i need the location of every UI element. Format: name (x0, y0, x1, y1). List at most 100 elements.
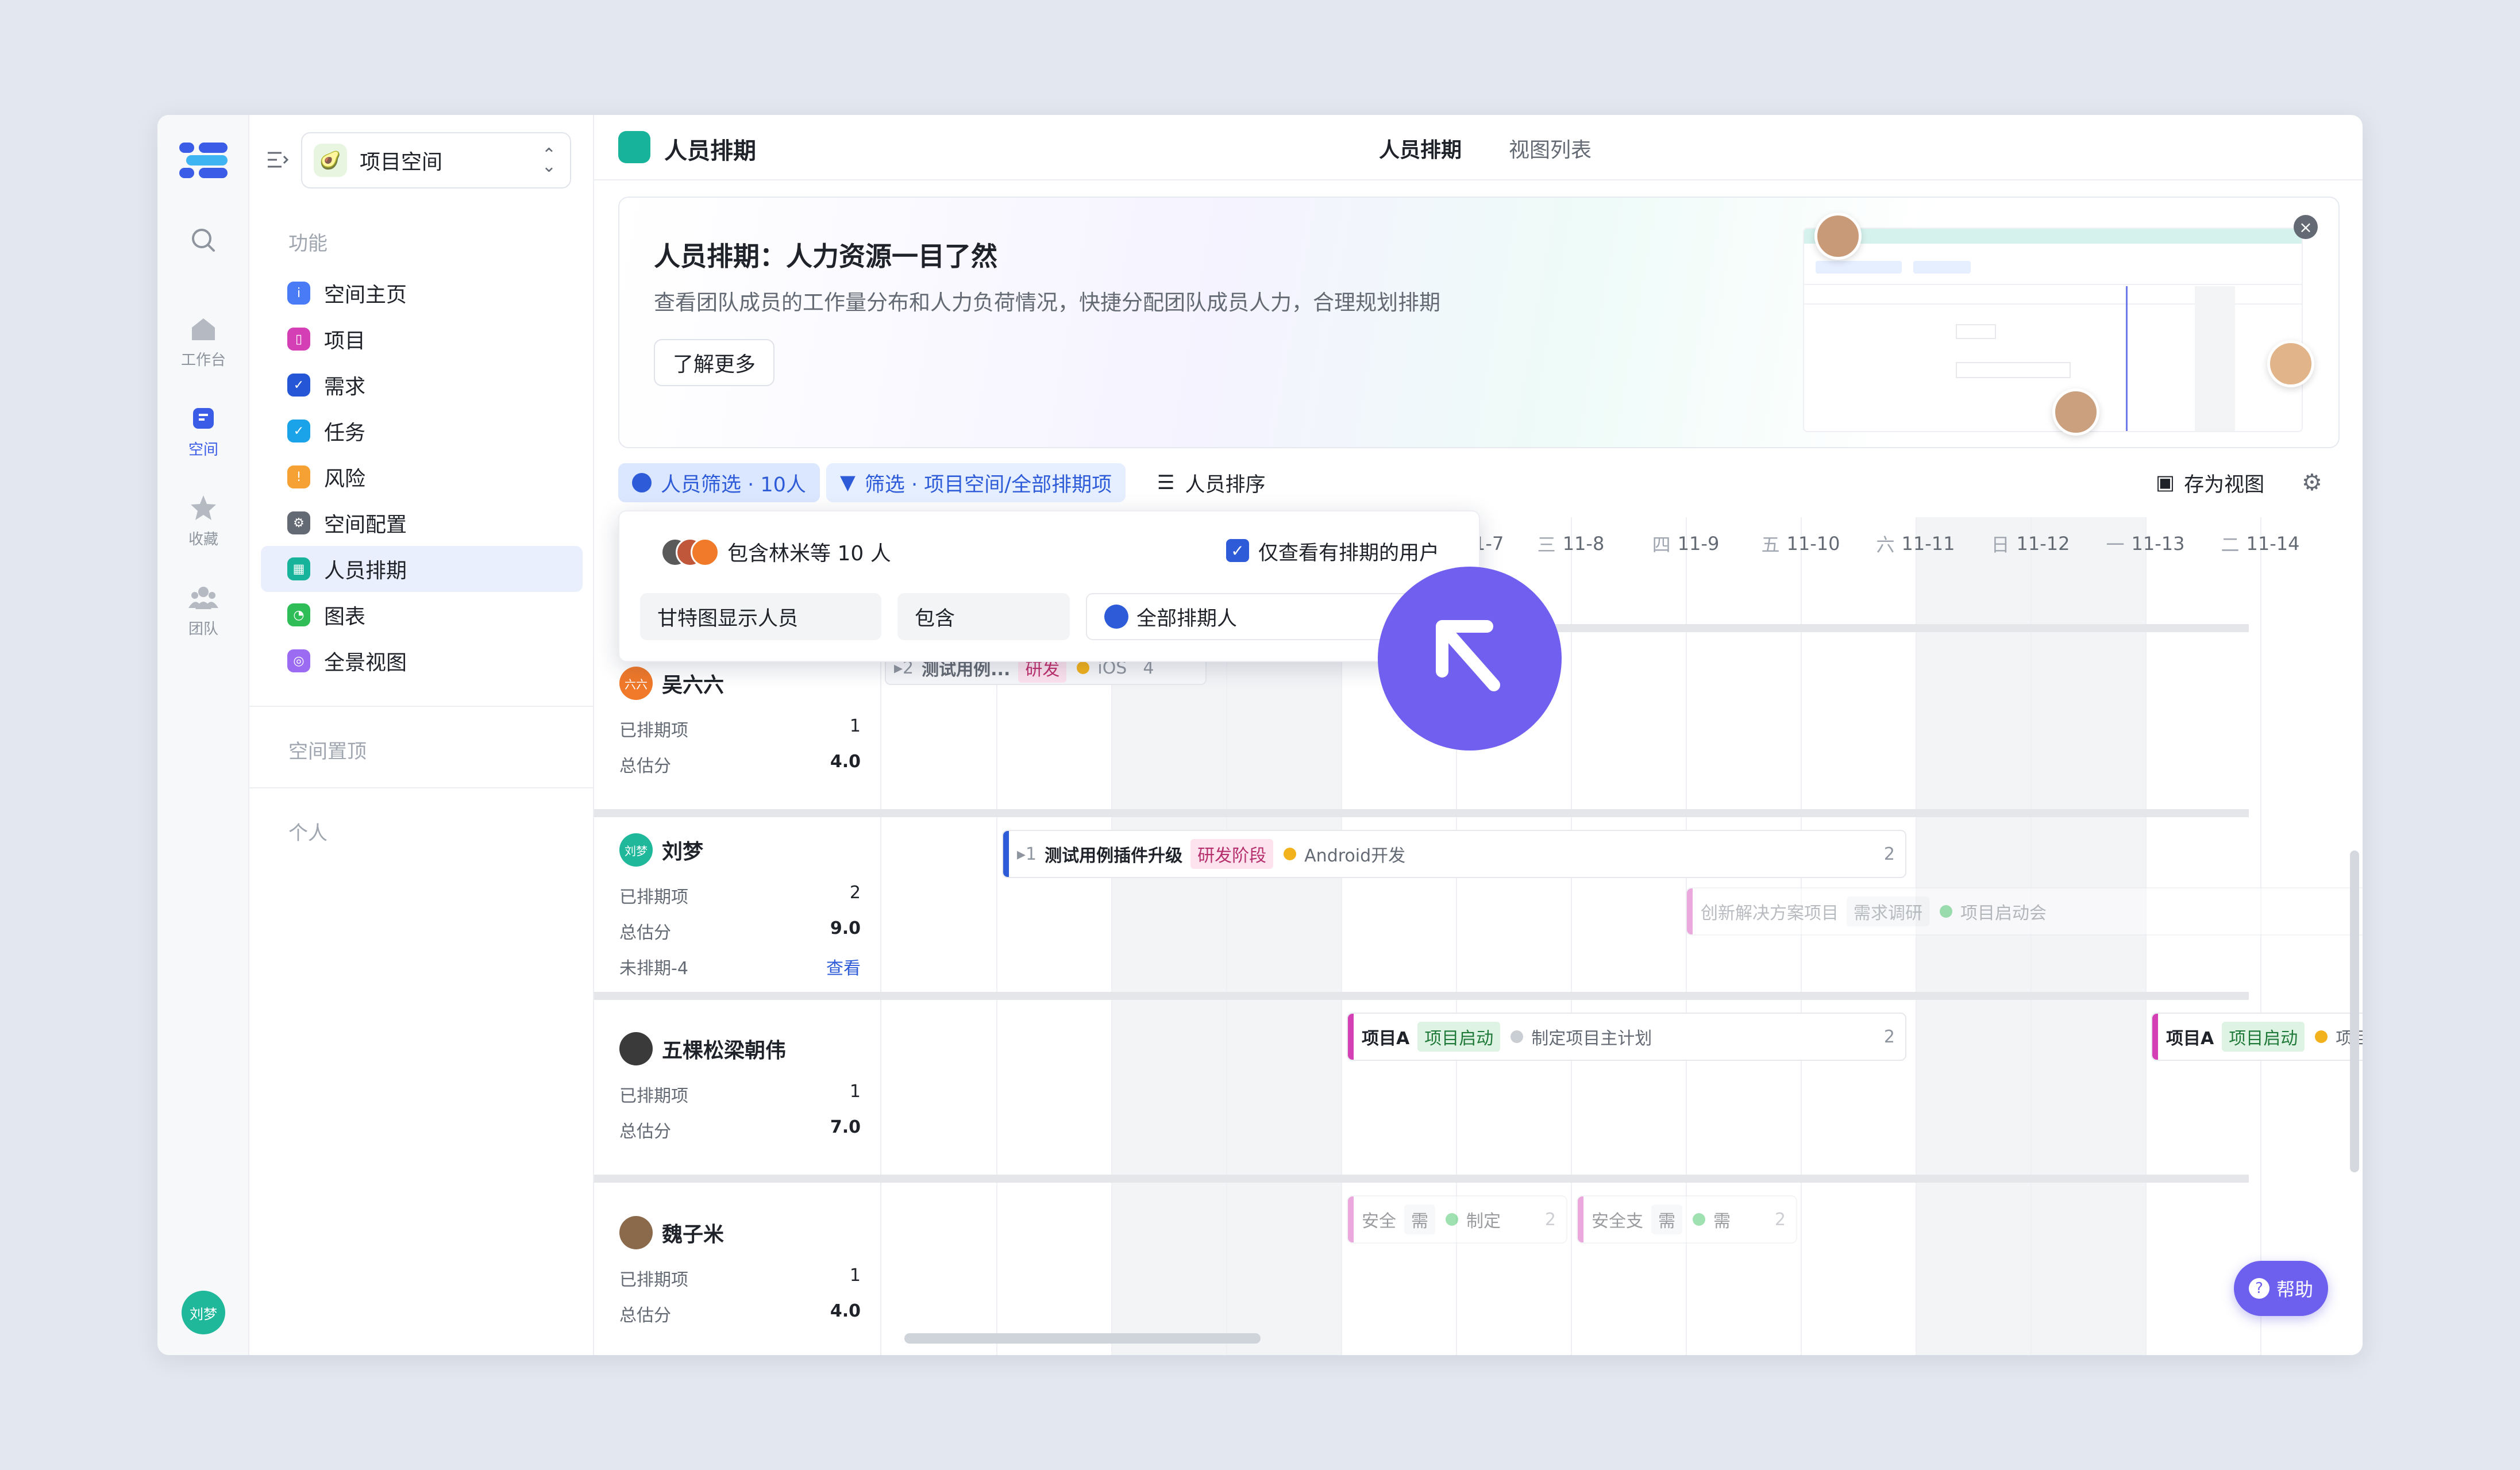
schedule-bar[interactable]: 创新解决方案项目 需求调研 项目启动会 (1686, 887, 2363, 936)
only-scheduled-label: 仅查看有排期的用户 (1258, 542, 1440, 565)
collapse-sidebar-icon[interactable] (264, 147, 291, 174)
rail-favorites[interactable]: 收藏 (157, 492, 249, 549)
warning-icon: ! (287, 465, 310, 488)
save-view-button[interactable]: ▣ 存为视图 (2142, 463, 2278, 502)
arrow-up-left-icon (1436, 620, 1500, 691)
status-dot (1940, 905, 1952, 918)
status-dot (1511, 1030, 1524, 1043)
avatar (619, 1216, 653, 1249)
date-header: 三 11-8 (1537, 533, 1605, 556)
sidebar-item-risks[interactable]: ! 风险 (261, 454, 583, 500)
only-scheduled-checkbox[interactable]: ✓ (1226, 539, 1249, 562)
grid-line (2030, 517, 2032, 1355)
sidebar-item-space-home[interactable]: i 空间主页 (261, 270, 583, 316)
learn-more-button[interactable]: 了解更多 (654, 339, 775, 386)
schedule-bar[interactable]: 安全支 需 需 2 (1577, 1195, 1797, 1244)
person-row[interactable]: 魏子米 已排期项 1 总估分 4.0 (619, 1216, 861, 1326)
tab-schedule[interactable]: 人员排期 (1379, 133, 1462, 163)
star-icon (191, 495, 216, 520)
sidebar-item-panorama[interactable]: ◎ 全景视图 (261, 638, 583, 684)
app-logo (179, 143, 228, 178)
sidebar-item-charts[interactable]: ◔ 图表 (261, 592, 583, 638)
banner-preview-image (1803, 228, 2303, 432)
view-link[interactable]: 查看 (826, 954, 861, 979)
task-icon: ✓ (287, 420, 310, 442)
save-view-label: 存为视图 (2184, 473, 2265, 497)
unscheduled-count: 未排期-4 查看 (619, 954, 861, 979)
rail-workbench[interactable]: 工作台 (157, 313, 249, 370)
help-button[interactable]: ? 帮助 (2234, 1261, 2328, 1316)
panorama-icon: ◎ (287, 649, 310, 672)
row-separator (594, 809, 2249, 817)
person-name: 五棵松梁朝伟 (662, 1039, 787, 1063)
schedule-bar[interactable]: ▸1 测试用例插件升级 研发阶段 Android开发 2 (1002, 830, 1906, 878)
close-icon[interactable]: × (2294, 215, 2318, 239)
group-icon (1104, 605, 1128, 629)
person-row[interactable]: 六六 吴六六 已排期项 1 总估分 4.0 (619, 667, 861, 777)
pie-chart-icon: ◔ (287, 603, 310, 626)
filter-button[interactable]: ▼ 筛选 · 项目空间/全部排期项 (826, 463, 1126, 502)
section-features: 功能 (288, 232, 327, 255)
filter-icon: ▼ (840, 471, 856, 494)
grid-line (2145, 517, 2147, 1355)
schedule-bar[interactable]: 项目A 项目启动 制定项目主计划 2 (1347, 1013, 1906, 1061)
rail-label: 工作台 (180, 352, 226, 369)
sort-button[interactable]: ☰ 人员排序 (1143, 463, 1280, 502)
main-area: 人员排期 人员排期 视图列表 人员排期：人力资源一目了然 查看团队成员的工作量分… (594, 115, 2363, 1355)
avatar (619, 1032, 653, 1065)
operator-select[interactable]: 包含 (897, 593, 1070, 640)
check-circle-icon: ✓ (287, 374, 310, 397)
scheduled-count: 已排期项 1 (619, 1265, 861, 1290)
date-header: 五 11-10 (1761, 533, 1840, 556)
icon-rail: 工作台 空间 收藏 团队 刘梦 (157, 115, 249, 1355)
tab-view-list[interactable]: 视图列表 (1509, 133, 1592, 163)
scheduled-count: 已排期项 2 (619, 883, 861, 907)
person-name: 刘梦 (662, 840, 704, 864)
sidebar-item-projects[interactable]: ▯ 项目 (261, 316, 583, 362)
estimate-total: 总估分 4.0 (619, 752, 861, 776)
avatar-group (661, 534, 719, 569)
sidebar-item-label: 全景视图 (324, 651, 407, 675)
sidebar-item-schedule[interactable]: ▦ 人员排期 (261, 546, 583, 592)
settings-gear-icon[interactable]: ⚙ (2288, 463, 2336, 502)
schedule-bar[interactable]: 项目A 项目启动 项目 (2151, 1013, 2363, 1061)
person-icon (632, 473, 652, 492)
person-row[interactable]: 五棵松梁朝伟 已排期项 1 总估分 7.0 (619, 1032, 861, 1142)
cursor-indicator (1378, 567, 1562, 751)
banner-description: 查看团队成员的工作量分布和人力负荷情况，快捷分配团队成员人力，合理规划排期 (654, 290, 1440, 315)
estimate-total: 总估分 9.0 (619, 918, 861, 943)
sidebar: 🥑 项目空间 ⌃ ⌄ 功能 i 空间主页 ▯ 项目 ✓ 需求 ✓ 任务 ! 风险 … (249, 115, 594, 1355)
field-select[interactable]: 甘特图显示人员 (640, 593, 881, 640)
includes-summary: 包含林米等 10 人 (727, 542, 891, 565)
home-icon (192, 318, 215, 340)
top-bar: 人员排期 人员排期 视图列表 (594, 115, 2363, 180)
sidebar-item-requirements[interactable]: ✓ 需求 (261, 362, 583, 408)
value-label: 全部排期人 (1136, 607, 1238, 630)
space-selector[interactable]: 🥑 项目空间 ⌃ ⌄ (301, 132, 571, 188)
schedule-bar[interactable]: 安全 需 制定 2 (1347, 1195, 1567, 1244)
person-name: 魏子米 (662, 1223, 725, 1246)
sidebar-item-label: 风险 (324, 467, 366, 491)
search-icon[interactable] (157, 224, 249, 256)
user-avatar[interactable]: 刘梦 (182, 1291, 225, 1334)
people-filter-button[interactable]: 人员筛选 · 10人 (618, 463, 820, 502)
sidebar-item-tasks[interactable]: ✓ 任务 (261, 408, 583, 454)
status-dot (1446, 1213, 1458, 1226)
sidebar-item-label: 空间配置 (324, 513, 407, 537)
question-icon: ? (2248, 1278, 2269, 1299)
date-header: 日 11-12 (1991, 533, 2070, 556)
sidebar-item-label: 任务 (324, 421, 366, 445)
sidebar-item-config[interactable]: ⚙ 空间配置 (261, 500, 583, 546)
avatar: 六六 (619, 667, 653, 700)
rail-space[interactable]: 空间 (157, 402, 249, 459)
person-row[interactable]: 刘梦 刘梦 已排期项 2 总估分 9.0 未排期-4 查看 (619, 833, 861, 979)
date-header: 二 11-14 (2221, 533, 2300, 556)
grid-line (1801, 517, 1802, 1355)
vertical-scrollbar[interactable] (2350, 851, 2359, 1172)
schedule-table-icon (618, 131, 650, 163)
rail-label: 收藏 (188, 531, 218, 548)
rail-team[interactable]: 团队 (157, 582, 249, 638)
horizontal-scrollbar[interactable] (904, 1333, 1261, 1344)
toolbar: 人员筛选 · 10人 ▼ 筛选 · 项目空间/全部排期项 ☰ 人员排序 ▣ 存为… (618, 463, 2342, 503)
scheduled-count: 已排期项 1 (619, 1082, 861, 1106)
